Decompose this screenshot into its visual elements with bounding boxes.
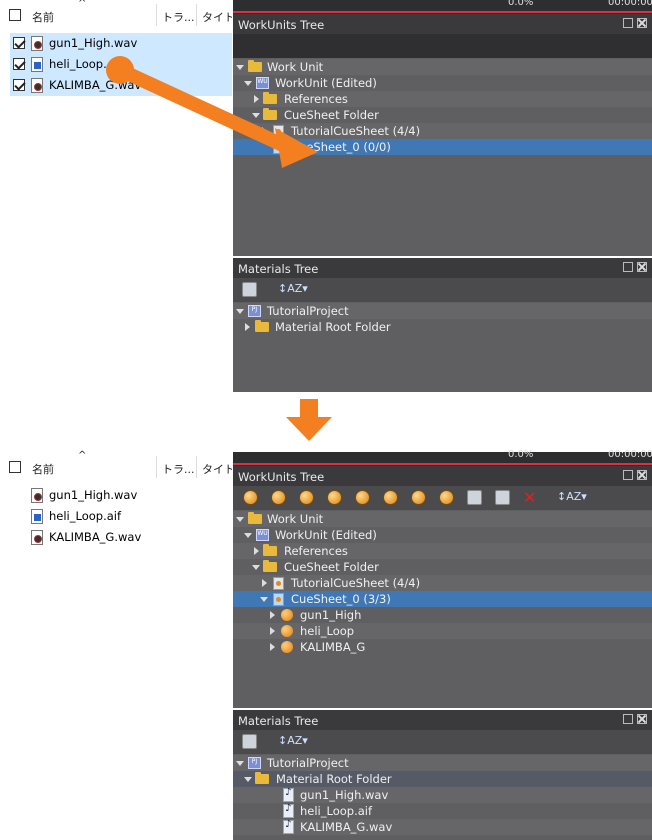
folder-icon — [255, 320, 269, 332]
create-cue-icon[interactable] — [327, 490, 342, 505]
file-name: gun1_High.wav — [49, 488, 138, 502]
column-name[interactable]: 名前 — [32, 461, 54, 477]
tree-row-selected[interactable]: CueSheet_0 (3/3) — [233, 591, 652, 607]
cue-icon — [281, 641, 293, 653]
collapse-arrow-icon[interactable] — [270, 627, 275, 635]
materials-toolbar: ↕AZ▾ — [233, 278, 652, 302]
drag-arrow-overlay — [106, 56, 318, 168]
workunits-toolbar: ✕ ↕AZ▾ — [233, 486, 652, 510]
column-title[interactable]: タイトル — [202, 461, 232, 477]
project-icon: PJ — [248, 305, 261, 317]
wav-file-icon — [31, 488, 43, 503]
file-name: heli_Loop.aif — [49, 509, 122, 523]
workunits-panel: WorkUnits Tree ✕ ↕AZ▾ Work Unit WU WorkU… — [233, 466, 652, 708]
collapse-arrow-icon[interactable] — [245, 323, 250, 331]
tree-row[interactable]: WU WorkUnit (Edited) — [233, 527, 652, 543]
tree-row[interactable]: KALIMBA_G.wav — [233, 819, 652, 835]
file-row[interactable]: heli_Loop.aif — [10, 506, 232, 527]
panel-title: WorkUnits Tree — [233, 466, 652, 486]
float-panel-icon[interactable] — [623, 470, 633, 480]
materials-panel: Materials Tree ↕AZ▾ PJ TutorialProject M… — [233, 258, 652, 392]
project-icon: PJ — [248, 757, 261, 769]
cuesheet-icon — [273, 577, 284, 590]
tree-row[interactable]: CueSheet Folder — [233, 559, 652, 575]
expand-arrow-icon[interactable] — [236, 309, 244, 314]
tree-row[interactable]: gun1_High.wav — [233, 787, 652, 803]
create-cue-icon[interactable] — [271, 490, 286, 505]
expand-arrow-icon[interactable] — [236, 761, 244, 766]
column-track[interactable]: トラ... — [162, 461, 195, 477]
audio-file-icon — [283, 787, 294, 802]
drag-arrow-line — [117, 63, 288, 153]
create-cue-icon[interactable] — [439, 490, 454, 505]
tree-row[interactable]: Material Root Folder — [233, 319, 652, 335]
tree-row[interactable]: heli_Loop — [233, 623, 652, 639]
workunit-icon: WU — [256, 529, 269, 541]
folder-open-icon — [255, 772, 269, 784]
sort-icon[interactable]: ↕AZ▾ — [278, 282, 308, 295]
tree-row[interactable]: KALIMBA_G — [233, 639, 652, 655]
materials-panel: Materials Tree ↕AZ▾ PJ TutorialProject M… — [233, 710, 652, 840]
folder-icon — [263, 544, 277, 556]
file-row[interactable]: gun1_High.wav — [10, 485, 232, 506]
drag-arrow-head — [275, 128, 318, 168]
create-cue-icon[interactable] — [383, 490, 398, 505]
collapse-arrow-icon[interactable] — [254, 547, 259, 555]
add-folder-icon[interactable] — [242, 734, 257, 749]
collapse-arrow-icon[interactable] — [262, 579, 267, 587]
wav-file-icon — [31, 530, 43, 545]
cue-icon — [281, 609, 293, 621]
float-panel-icon[interactable] — [623, 262, 633, 272]
timeline-time: 00:00:00 — [608, 449, 652, 460]
tree-row[interactable]: PJ TutorialProject — [233, 755, 652, 771]
tree-row[interactable]: Work Unit — [233, 511, 652, 527]
aif-file-icon — [31, 509, 43, 524]
down-arrow-icon — [286, 399, 332, 441]
materials-toolbar: ↕AZ▾ — [233, 730, 652, 754]
folder-open-icon — [263, 560, 277, 572]
expand-arrow-icon[interactable] — [244, 533, 252, 538]
close-panel-icon[interactable] — [637, 262, 647, 272]
create-cue-icon[interactable] — [243, 490, 258, 505]
tree-row[interactable]: gun1_High — [233, 607, 652, 623]
create-cue-icon[interactable] — [411, 490, 426, 505]
add-folder-icon[interactable] — [467, 490, 482, 505]
explorer-header-bottom: 名前 ^ トラ... タイトル — [0, 450, 232, 482]
expand-arrow-icon[interactable] — [244, 777, 252, 782]
panel-title: Materials Tree — [233, 710, 652, 730]
expand-arrow-icon[interactable] — [252, 565, 260, 570]
panel-title: Materials Tree — [233, 258, 652, 278]
sort-icon[interactable]: ↕AZ▾ — [278, 734, 308, 747]
timeline-strip: 0.0% 00:00:00 — [233, 449, 652, 466]
sort-icon[interactable]: ↕AZ▾ — [557, 490, 587, 503]
file-row[interactable]: KALIMBA_G.wav — [10, 527, 232, 548]
audio-file-icon — [283, 819, 294, 834]
tree-row[interactable]: TutorialCueSheet (4/4) — [233, 575, 652, 591]
create-cue-icon[interactable] — [355, 490, 370, 505]
close-panel-icon[interactable] — [637, 470, 647, 480]
tree-row[interactable]: heli_Loop.aif — [233, 803, 652, 819]
cue-icon — [281, 625, 293, 637]
cuesheet-icon — [273, 593, 284, 606]
close-panel-icon[interactable] — [637, 714, 647, 724]
collapse-arrow-icon[interactable] — [270, 643, 275, 651]
expand-arrow-icon[interactable] — [236, 517, 244, 522]
sort-caret-icon: ^ — [78, 450, 87, 461]
expand-arrow-icon[interactable] — [260, 597, 268, 602]
collapse-arrow-icon[interactable] — [270, 611, 275, 619]
select-all-checkbox[interactable] — [9, 461, 21, 473]
delete-icon[interactable]: ✕ — [523, 488, 538, 507]
float-panel-icon[interactable] — [623, 714, 633, 724]
audio-file-icon — [283, 803, 294, 818]
add-folder-icon[interactable] — [242, 282, 257, 297]
create-cue-icon[interactable] — [299, 490, 314, 505]
add-folder-icon[interactable] — [495, 490, 510, 505]
tree-row[interactable]: Material Root Folder — [233, 771, 652, 787]
file-name: KALIMBA_G.wav — [49, 530, 142, 544]
folder-icon — [248, 512, 262, 524]
timeline-percent: 0.0% — [508, 449, 534, 460]
tree-row[interactable]: PJ TutorialProject — [233, 303, 652, 319]
tree-row[interactable]: References — [233, 543, 652, 559]
